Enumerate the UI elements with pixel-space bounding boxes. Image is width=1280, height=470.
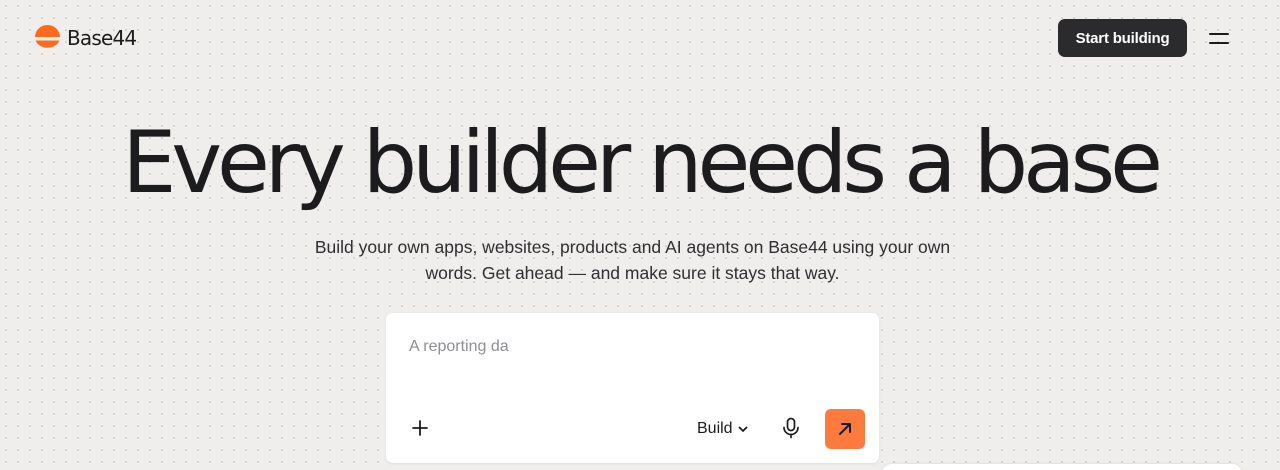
brand-logo-link[interactable]: Base44 — [34, 25, 137, 51]
mode-select[interactable]: Build — [697, 417, 749, 441]
plus-icon[interactable] — [408, 416, 432, 440]
microphone-glyph — [783, 417, 799, 439]
start-building-button[interactable]: Start building — [1058, 19, 1187, 57]
mode-label: Build — [697, 420, 733, 437]
hamburger-menu-icon[interactable] — [1204, 24, 1234, 52]
menu-line-top — [1209, 32, 1229, 35]
hero-subtitle: Build your own apps, websites, products … — [314, 237, 951, 283]
hero-headline: Every builder needs a base — [122, 113, 1163, 213]
send-button[interactable] — [825, 409, 865, 449]
prompt-card: Build — [386, 313, 879, 463]
brand-name: Base44 — [67, 26, 137, 50]
site-header: Base44 Start building — [0, 0, 1280, 76]
menu-line-bottom — [1209, 41, 1229, 44]
prompt-input[interactable] — [409, 335, 849, 359]
plus-glyph — [412, 420, 428, 436]
half-sun-logo-icon — [35, 25, 60, 48]
partial-card — [882, 464, 1242, 470]
arrow-up-right-icon — [839, 423, 851, 435]
microphone-icon[interactable] — [781, 416, 801, 440]
chevron-down-icon — [738, 426, 747, 432]
